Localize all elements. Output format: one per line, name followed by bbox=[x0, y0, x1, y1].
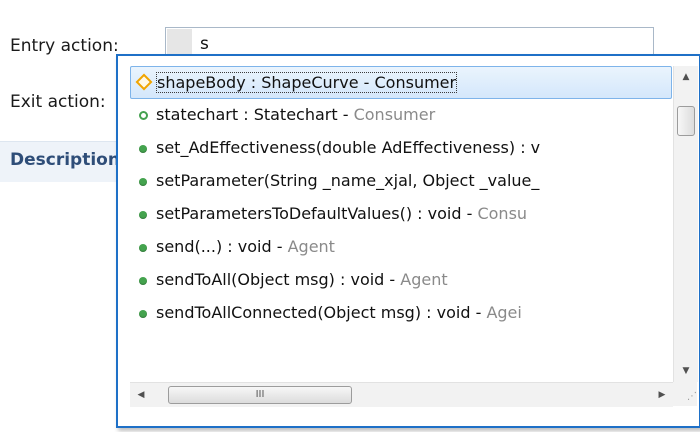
description-section-label: Description bbox=[10, 150, 120, 170]
method-dot-icon bbox=[130, 132, 156, 163]
exit-action-label: Exit action: bbox=[10, 92, 106, 112]
completion-item-separator: - bbox=[461, 204, 478, 223]
completion-item[interactable]: sendToAllConnected(Object msg) : void - … bbox=[130, 297, 673, 330]
completion-item[interactable]: send(...) : void - Agent bbox=[130, 231, 673, 264]
completion-item-separator: - bbox=[337, 105, 354, 124]
method-dot-icon bbox=[130, 198, 156, 229]
completion-item-owner: Consu bbox=[477, 204, 528, 223]
completion-item-owner: Agei bbox=[486, 303, 522, 322]
scroll-left-icon[interactable]: ◀ bbox=[130, 383, 152, 407]
completion-item-signature: statechart : Statechart bbox=[156, 105, 338, 124]
completion-item-owner: Consumer bbox=[353, 105, 436, 124]
completion-item-separator: - bbox=[271, 237, 288, 256]
scroll-right-icon[interactable]: ▶ bbox=[651, 383, 673, 407]
completion-item-separator: - bbox=[470, 303, 487, 322]
method-dot-icon bbox=[130, 165, 156, 196]
completion-item-signature: shapeBody : ShapeCurve bbox=[157, 73, 359, 92]
completion-item-signature: sendToAllConnected(Object msg) : void bbox=[156, 303, 471, 322]
completion-item-owner: Agent bbox=[400, 270, 448, 289]
horizontal-scrollbar[interactable]: ◀ III ▶ bbox=[130, 382, 673, 407]
completion-item[interactable]: setParameter(String _name_xjal, Object _… bbox=[130, 165, 673, 198]
content-assist-popup: shapeBody : ShapeCurve - Consumer statech… bbox=[116, 54, 700, 428]
field-diamond-icon bbox=[131, 67, 157, 98]
completion-item[interactable]: setParametersToDefaultValues() : void - … bbox=[130, 198, 673, 231]
method-dot-icon bbox=[130, 297, 156, 328]
completion-item-signature: send(...) : void bbox=[156, 237, 272, 256]
vertical-scrollbar[interactable]: ▲ ▼ bbox=[673, 66, 698, 382]
completion-item[interactable]: set_AdEffectiveness(double AdEffectivene… bbox=[130, 132, 673, 165]
completion-item-signature: setParameter(String _name_xjal, Object _… bbox=[156, 171, 540, 190]
horizontal-scroll-thumb[interactable]: III bbox=[168, 386, 352, 404]
resize-grip-icon[interactable]: ⋰ bbox=[673, 382, 697, 406]
completion-item-selected[interactable]: shapeBody : ShapeCurve - Consumer bbox=[130, 66, 672, 99]
completion-item-signature: setParametersToDefaultValues() : void bbox=[156, 204, 462, 223]
completion-item[interactable]: statechart : Statechart - Consumer bbox=[130, 99, 673, 132]
method-dot-icon bbox=[130, 231, 156, 262]
entry-action-label: Entry action: bbox=[10, 36, 119, 56]
vertical-scroll-thumb[interactable] bbox=[677, 106, 695, 136]
completion-item-owner: Agent bbox=[287, 237, 335, 256]
completion-item[interactable]: sendToAll(Object msg) : void - Agent bbox=[130, 264, 673, 297]
completion-item-signature: set_AdEffectiveness(double AdEffectivene… bbox=[156, 138, 541, 157]
scroll-up-icon[interactable]: ▲ bbox=[674, 66, 698, 88]
completion-item-owner: Consumer bbox=[374, 73, 457, 92]
completion-item-separator: - bbox=[384, 270, 401, 289]
field-ring-icon bbox=[130, 99, 156, 130]
completion-list[interactable]: shapeBody : ShapeCurve - Consumer statech… bbox=[130, 66, 673, 382]
properties-editor: Entry action: s Exit action: Description… bbox=[0, 0, 700, 432]
completion-item-separator: - bbox=[358, 73, 375, 92]
entry-action-value[interactable]: s bbox=[200, 34, 209, 54]
scroll-down-icon[interactable]: ▼ bbox=[674, 360, 698, 382]
completion-item-signature: sendToAll(Object msg) : void bbox=[156, 270, 385, 289]
method-dot-icon bbox=[130, 264, 156, 295]
